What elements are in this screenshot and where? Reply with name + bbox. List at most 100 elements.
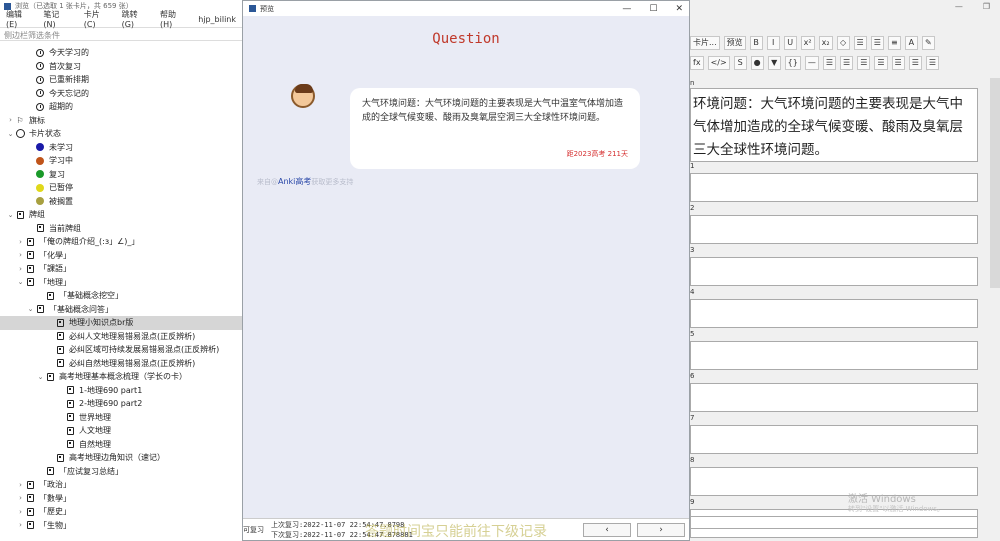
- chevron-right-icon[interactable]: ›: [6, 116, 15, 124]
- chevron-right-icon[interactable]: ›: [16, 481, 25, 489]
- field-editor[interactable]: [690, 299, 978, 328]
- sidebar-item[interactable]: 必纠人文地理易错易混点(正反辨析): [0, 330, 242, 344]
- sidebar-item[interactable]: 2-地理690 part2: [0, 397, 242, 411]
- sidebar-item[interactable]: › 「課語」: [0, 262, 242, 276]
- toolbar-button[interactable]: ☰: [908, 56, 922, 70]
- field-editor[interactable]: [690, 383, 978, 412]
- toolbar-button[interactable]: U: [783, 36, 797, 50]
- sidebar-item[interactable]: 世界地理: [0, 411, 242, 425]
- toolbar-button[interactable]: x²: [800, 36, 815, 50]
- toolbar-button[interactable]: ☰: [870, 36, 884, 50]
- sidebar-item[interactable]: 已暂停: [0, 181, 242, 195]
- sidebar-item[interactable]: › ⚐ 旗标: [0, 114, 242, 128]
- toolbar-button[interactable]: fx: [690, 56, 704, 70]
- sidebar-item[interactable]: ⌄ 高考地理基本概念梳理（学长の卡）: [0, 370, 242, 384]
- next-card-button[interactable]: ›: [637, 523, 685, 537]
- toolbar-button[interactable]: ☰: [857, 56, 871, 70]
- tags-input[interactable]: [690, 516, 978, 529]
- toolbar-button[interactable]: ☰: [822, 56, 837, 70]
- toolbar-button[interactable]: 卡片...: [690, 36, 720, 50]
- sidebar-search-input[interactable]: 侧边栏筛选条件: [0, 27, 242, 41]
- toolbar-button[interactable]: —: [804, 56, 819, 70]
- sidebar-item[interactable]: › 「俺の牌组介绍_(:з」∠)_」: [0, 235, 242, 249]
- sidebar-item[interactable]: 人文地理: [0, 424, 242, 438]
- menu-notes[interactable]: 笔记 (N): [43, 9, 70, 29]
- field-editor[interactable]: [690, 257, 978, 286]
- sidebar-item[interactable]: › 「化學」: [0, 249, 242, 263]
- sidebar-item[interactable]: 已重新排期: [0, 73, 242, 87]
- toolbar-button[interactable]: ≡: [887, 36, 901, 50]
- toolbar-button[interactable]: S: [733, 56, 747, 70]
- source-link[interactable]: Anki高考: [278, 177, 311, 186]
- field-editor[interactable]: [690, 341, 978, 370]
- toolbar-button[interactable]: I: [766, 36, 780, 50]
- field-editor[interactable]: [690, 467, 978, 496]
- chevron-down-icon[interactable]: ⌄: [6, 211, 15, 219]
- chevron-right-icon[interactable]: ›: [16, 494, 25, 502]
- toolbar-button[interactable]: x₂: [818, 36, 833, 50]
- toolbar-button[interactable]: {}: [784, 56, 801, 70]
- sidebar-item[interactable]: 未学习: [0, 141, 242, 155]
- sidebar-item[interactable]: ⌄ 卡片状态: [0, 127, 242, 141]
- field-editor[interactable]: [690, 173, 978, 202]
- toolbar-button[interactable]: B: [749, 36, 763, 50]
- toolbar-button[interactable]: </>: [707, 56, 730, 70]
- sidebar-item[interactable]: 当前牌组: [0, 222, 242, 236]
- chevron-right-icon[interactable]: ›: [16, 265, 25, 273]
- editor-restore-button[interactable]: ❐: [983, 2, 990, 11]
- sidebar-item[interactable]: 超期的: [0, 100, 242, 114]
- maximize-button[interactable]: ☐: [649, 4, 657, 14]
- sidebar-item[interactable]: 自然地理: [0, 438, 242, 452]
- toolbar-button[interactable]: ☰: [925, 56, 940, 70]
- sidebar-item[interactable]: 高考地理边角知识（速记）: [0, 451, 242, 465]
- sidebar-item[interactable]: 地理小知识点br版: [0, 316, 242, 330]
- sidebar-item[interactable]: › 「政治」: [0, 478, 242, 492]
- chevron-right-icon[interactable]: ›: [16, 251, 25, 259]
- chevron-down-icon[interactable]: ⌄: [6, 130, 15, 138]
- chevron-down-icon[interactable]: ⌄: [26, 305, 35, 313]
- menu-cards[interactable]: 卡片(C): [84, 9, 109, 29]
- chevron-right-icon[interactable]: ›: [16, 521, 25, 529]
- editor-minimize-button[interactable]: —: [955, 2, 963, 11]
- sidebar-item[interactable]: ⌄ 牌组: [0, 208, 242, 222]
- sidebar-item[interactable]: ⌄ 「基础概念问答」: [0, 303, 242, 317]
- sidebar-item[interactable]: 复习: [0, 168, 242, 182]
- sidebar-item[interactable]: 「基础概念挖空」: [0, 289, 242, 303]
- sidebar-item[interactable]: › 「歷史」: [0, 505, 242, 519]
- sidebar-item[interactable]: › 「生物」: [0, 519, 242, 533]
- previous-card-button[interactable]: ‹: [583, 523, 631, 537]
- sidebar-item[interactable]: 必纠区域可持续发展易错易混点(正反辨析): [0, 343, 242, 357]
- sidebar-item[interactable]: ⌄ 「地理」: [0, 276, 242, 290]
- toolbar-button[interactable]: ▼: [767, 56, 781, 70]
- field-editor[interactable]: [690, 215, 978, 244]
- sidebar-item[interactable]: 首次复习: [0, 60, 242, 74]
- menu-edit[interactable]: 编辑(E): [6, 9, 30, 29]
- chevron-down-icon[interactable]: ⌄: [36, 373, 45, 381]
- sidebar-item[interactable]: 「应试复习总结」: [0, 465, 242, 479]
- minimize-button[interactable]: —: [622, 4, 631, 14]
- field-main-editor[interactable]: 环境问题：大气环境问题的主要表现是大气中气体增加造成的全球气候变暖、酸雨及臭氧层…: [690, 88, 978, 162]
- toolbar-button[interactable]: 预览: [723, 36, 746, 50]
- toolbar-button[interactable]: ☰: [874, 56, 888, 70]
- sidebar-item[interactable]: 必纠自然地理易错易混点(正反辨析): [0, 357, 242, 371]
- sidebar-item[interactable]: 1-地理690 part1: [0, 384, 242, 398]
- toolbar-button[interactable]: A: [904, 36, 918, 50]
- toolbar-button[interactable]: ●: [750, 56, 764, 70]
- sidebar-item[interactable]: 学习中: [0, 154, 242, 168]
- toolbar-button[interactable]: ☰: [840, 56, 854, 70]
- menu-go[interactable]: 跳转(G): [122, 9, 147, 29]
- field-editor[interactable]: [690, 425, 978, 454]
- sidebar-item[interactable]: › 「數學」: [0, 492, 242, 506]
- menu-help[interactable]: 帮助(H): [160, 9, 185, 29]
- toolbar-button[interactable]: ☰: [891, 56, 905, 70]
- menu-hjp-bilink[interactable]: hjp_bilink: [198, 15, 236, 24]
- toolbar-button[interactable]: ◇: [836, 36, 850, 50]
- toolbar-button[interactable]: ✎: [921, 36, 935, 50]
- sidebar-item[interactable]: 今天忘记的: [0, 87, 242, 101]
- chevron-right-icon[interactable]: ›: [16, 238, 25, 246]
- toolbar-button[interactable]: ☰: [853, 36, 867, 50]
- sidebar-item[interactable]: 被搁置: [0, 195, 242, 209]
- editor-scrollbar[interactable]: [990, 78, 1000, 288]
- close-button[interactable]: ✕: [675, 4, 683, 14]
- chevron-down-icon[interactable]: ⌄: [16, 278, 25, 286]
